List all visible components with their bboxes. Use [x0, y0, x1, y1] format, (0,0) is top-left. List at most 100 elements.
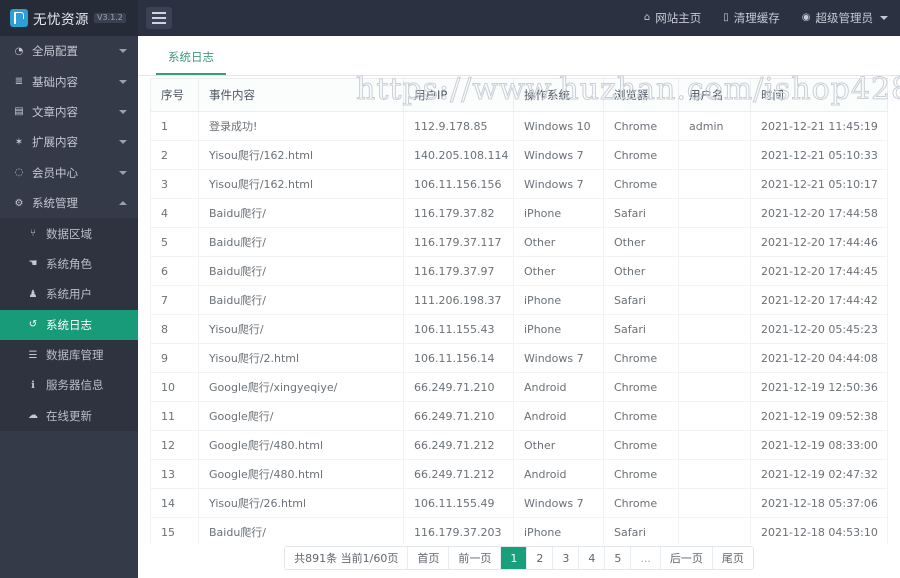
table-row: 8 Yisou爬行/106.11.155.43 iPhone Safari 2021-1… [150, 314, 888, 344]
table-body: 1 登录成功! 112.9.178.85 Windows 10 Chrome admin 2… [150, 111, 888, 544]
cell-index: 1 [150, 111, 199, 141]
pagination-first-page[interactable]: 首页 [408, 547, 450, 569]
cell-browser: Chrome [603, 372, 679, 402]
cell-time: 2021-12-21 05:10:33 [750, 140, 888, 170]
cell-event: Google爬行/xingyeqiye/ [198, 372, 404, 402]
cell-username [678, 517, 751, 544]
header-actions: ⌂ 网站主页 ▯ 清理缓存 ◉ 超级管理员 [644, 10, 900, 26]
database-icon: ☰ [28, 349, 38, 361]
header-link-clear-cache[interactable]: ▯ 清理缓存 [723, 10, 780, 26]
pagination-last-page[interactable]: 尾页 [712, 547, 753, 569]
cell-os: Other [513, 227, 604, 257]
header-link-label: 清理缓存 [733, 11, 780, 25]
sidebar-item-extension-content[interactable]: ✶ 扩展内容 [0, 127, 138, 157]
column-header-os: 操作系统 [513, 78, 604, 112]
sidebar-item-article-content[interactable]: ▤ 文章内容 [0, 97, 138, 127]
cell-index: 3 [150, 169, 199, 199]
sidebar-item-system-roles[interactable]: ☚ 系统角色 [0, 249, 138, 279]
users-icon: ♟ [28, 288, 38, 300]
cell-user-ip: 66.249.71.210 [403, 401, 514, 431]
cell-browser: Chrome [603, 430, 679, 460]
hamburger-bar [152, 12, 166, 14]
cell-event: Baidu爬行/ [198, 198, 404, 228]
chevron-down-icon [119, 170, 127, 175]
cell-user-ip: 66.249.71.212 [403, 459, 514, 489]
cell-event: Yisou爬行/2.html [198, 343, 404, 373]
sidebar-item-label: 在线更新 [46, 408, 92, 423]
cell-time: 2021-12-19 09:52:38 [750, 401, 888, 431]
pagination-page-1[interactable]: 1 [501, 547, 528, 569]
sidebar-item-basic-content[interactable]: ≣ 基础内容 [0, 66, 138, 96]
sidebar-item-data-region[interactable]: ⑂ 数据区域 [0, 218, 138, 248]
cell-index: 7 [150, 285, 199, 315]
home-icon: ⌂ [643, 12, 651, 23]
cell-event: Baidu爬行/ [198, 517, 404, 544]
sidebar-item-member-center[interactable]: ◌ 会员中心 [0, 158, 138, 188]
pagination-info: 共891条 当前1/60页 [285, 547, 409, 569]
cell-username [678, 459, 751, 489]
cell-username [678, 401, 751, 431]
hamburger-icon[interactable] [146, 7, 172, 29]
sidebar-item-database-management[interactable]: ☰ 数据库管理 [0, 340, 138, 370]
sidebar-item-system-log[interactable]: ↺ 系统日志 [0, 309, 138, 340]
table-row: 1 登录成功! 112.9.178.85 Windows 10 Chrome admin 2… [150, 111, 888, 141]
cell-user-ip: 111.206.198.37 [403, 285, 514, 315]
system-log-table: 序号 事件内容 用户IP 操作系统 浏览器 用户名 时间 1 登录成功! 112.9… [150, 78, 888, 544]
pagination-page-5[interactable]: 5 [605, 547, 632, 569]
cell-index: 9 [150, 343, 199, 373]
pagination-next-page[interactable]: 后一页 [660, 547, 713, 569]
cell-browser: Chrome [603, 488, 679, 518]
cell-index: 12 [150, 430, 199, 460]
globe-icon: ◔ [14, 45, 24, 57]
cell-time: 2021-12-20 17:44:45 [750, 256, 888, 286]
log-table-area: 序号 事件内容 用户IP 操作系统 浏览器 用户名 时间 1 登录成功! 112.9… [138, 76, 900, 544]
cell-time: 2021-12-20 05:45:23 [750, 314, 888, 344]
cell-index: 4 [150, 198, 199, 228]
table-header-row: 序号 事件内容 用户IP 操作系统 浏览器 用户名 时间 [150, 78, 888, 112]
cell-username [678, 198, 751, 228]
cloud-icon: ☁ [28, 410, 38, 422]
pagination-page-4[interactable]: 4 [579, 547, 606, 569]
pagination-page-3[interactable]: 3 [553, 547, 580, 569]
table-header: 序号 事件内容 用户IP 操作系统 浏览器 用户名 时间 [150, 78, 888, 112]
main-content: 系统日志 https://www.huzhan.com/ishop42849 序… [138, 36, 900, 578]
cell-user-ip: 106.11.156.14 [403, 343, 514, 373]
cell-user-ip: 112.9.178.85 [403, 111, 514, 141]
trash-icon: ▯ [723, 12, 729, 23]
pagination-page-2[interactable]: 2 [527, 547, 554, 569]
tab-system-log[interactable]: 系统日志 [156, 49, 226, 75]
column-header-username: 用户名 [678, 78, 751, 112]
cell-time: 2021-12-21 05:10:17 [750, 169, 888, 199]
cell-browser: Chrome [603, 140, 679, 170]
pagination-prev-page[interactable]: 前一页 [449, 547, 502, 569]
sidebar-item-global-config[interactable]: ◔ 全局配置 [0, 36, 138, 66]
cell-browser: Safari [603, 314, 679, 344]
header-link-site-home[interactable]: ⌂ 网站主页 [644, 10, 701, 26]
cell-username [678, 285, 751, 315]
column-header-index: 序号 [150, 78, 199, 112]
cell-os: Android [513, 401, 604, 431]
brand-logo-icon [10, 9, 28, 27]
cell-browser: Chrome [603, 111, 679, 141]
sidebar-item-label: 数据库管理 [46, 348, 104, 363]
cell-user-ip: 106.11.156.156 [403, 169, 514, 199]
sidebar-item-server-info[interactable]: ℹ 服务器信息 [0, 370, 138, 400]
column-header-time: 时间 [750, 78, 888, 112]
cell-event: Google爬行/480.html [198, 459, 404, 489]
sidebar-item-label: 基础内容 [32, 74, 78, 89]
cell-index: 6 [150, 256, 199, 286]
pagination: 共891条 当前1/60页 首页 前一页 1 2 3 4 5... 后一页 尾页 [284, 546, 754, 570]
logo-area[interactable]: 无忧资源 V3.1.2 [0, 0, 138, 36]
lock-icon: ◌ [14, 167, 24, 179]
column-header-user-ip: 用户IP [403, 78, 514, 112]
table-row: 5 Baidu爬行/116.179.37.117 Other Other 2021-12… [150, 227, 888, 257]
sidebar-item-online-update[interactable]: ☁ 在线更新 [0, 401, 138, 431]
sidebar-item-system-users[interactable]: ♟ 系统用户 [0, 279, 138, 309]
cell-time: 2021-12-18 04:53:10 [750, 517, 888, 544]
file-icon: ▤ [14, 106, 24, 118]
header-user-menu[interactable]: ◉ 超级管理员 [802, 10, 888, 26]
cell-browser: Safari [603, 198, 679, 228]
sidebar-item-label: 数据区域 [46, 226, 92, 241]
sidebar-item-system-management[interactable]: ⚙ 系统管理 [0, 188, 138, 218]
cell-event: Google爬行/480.html [198, 430, 404, 460]
